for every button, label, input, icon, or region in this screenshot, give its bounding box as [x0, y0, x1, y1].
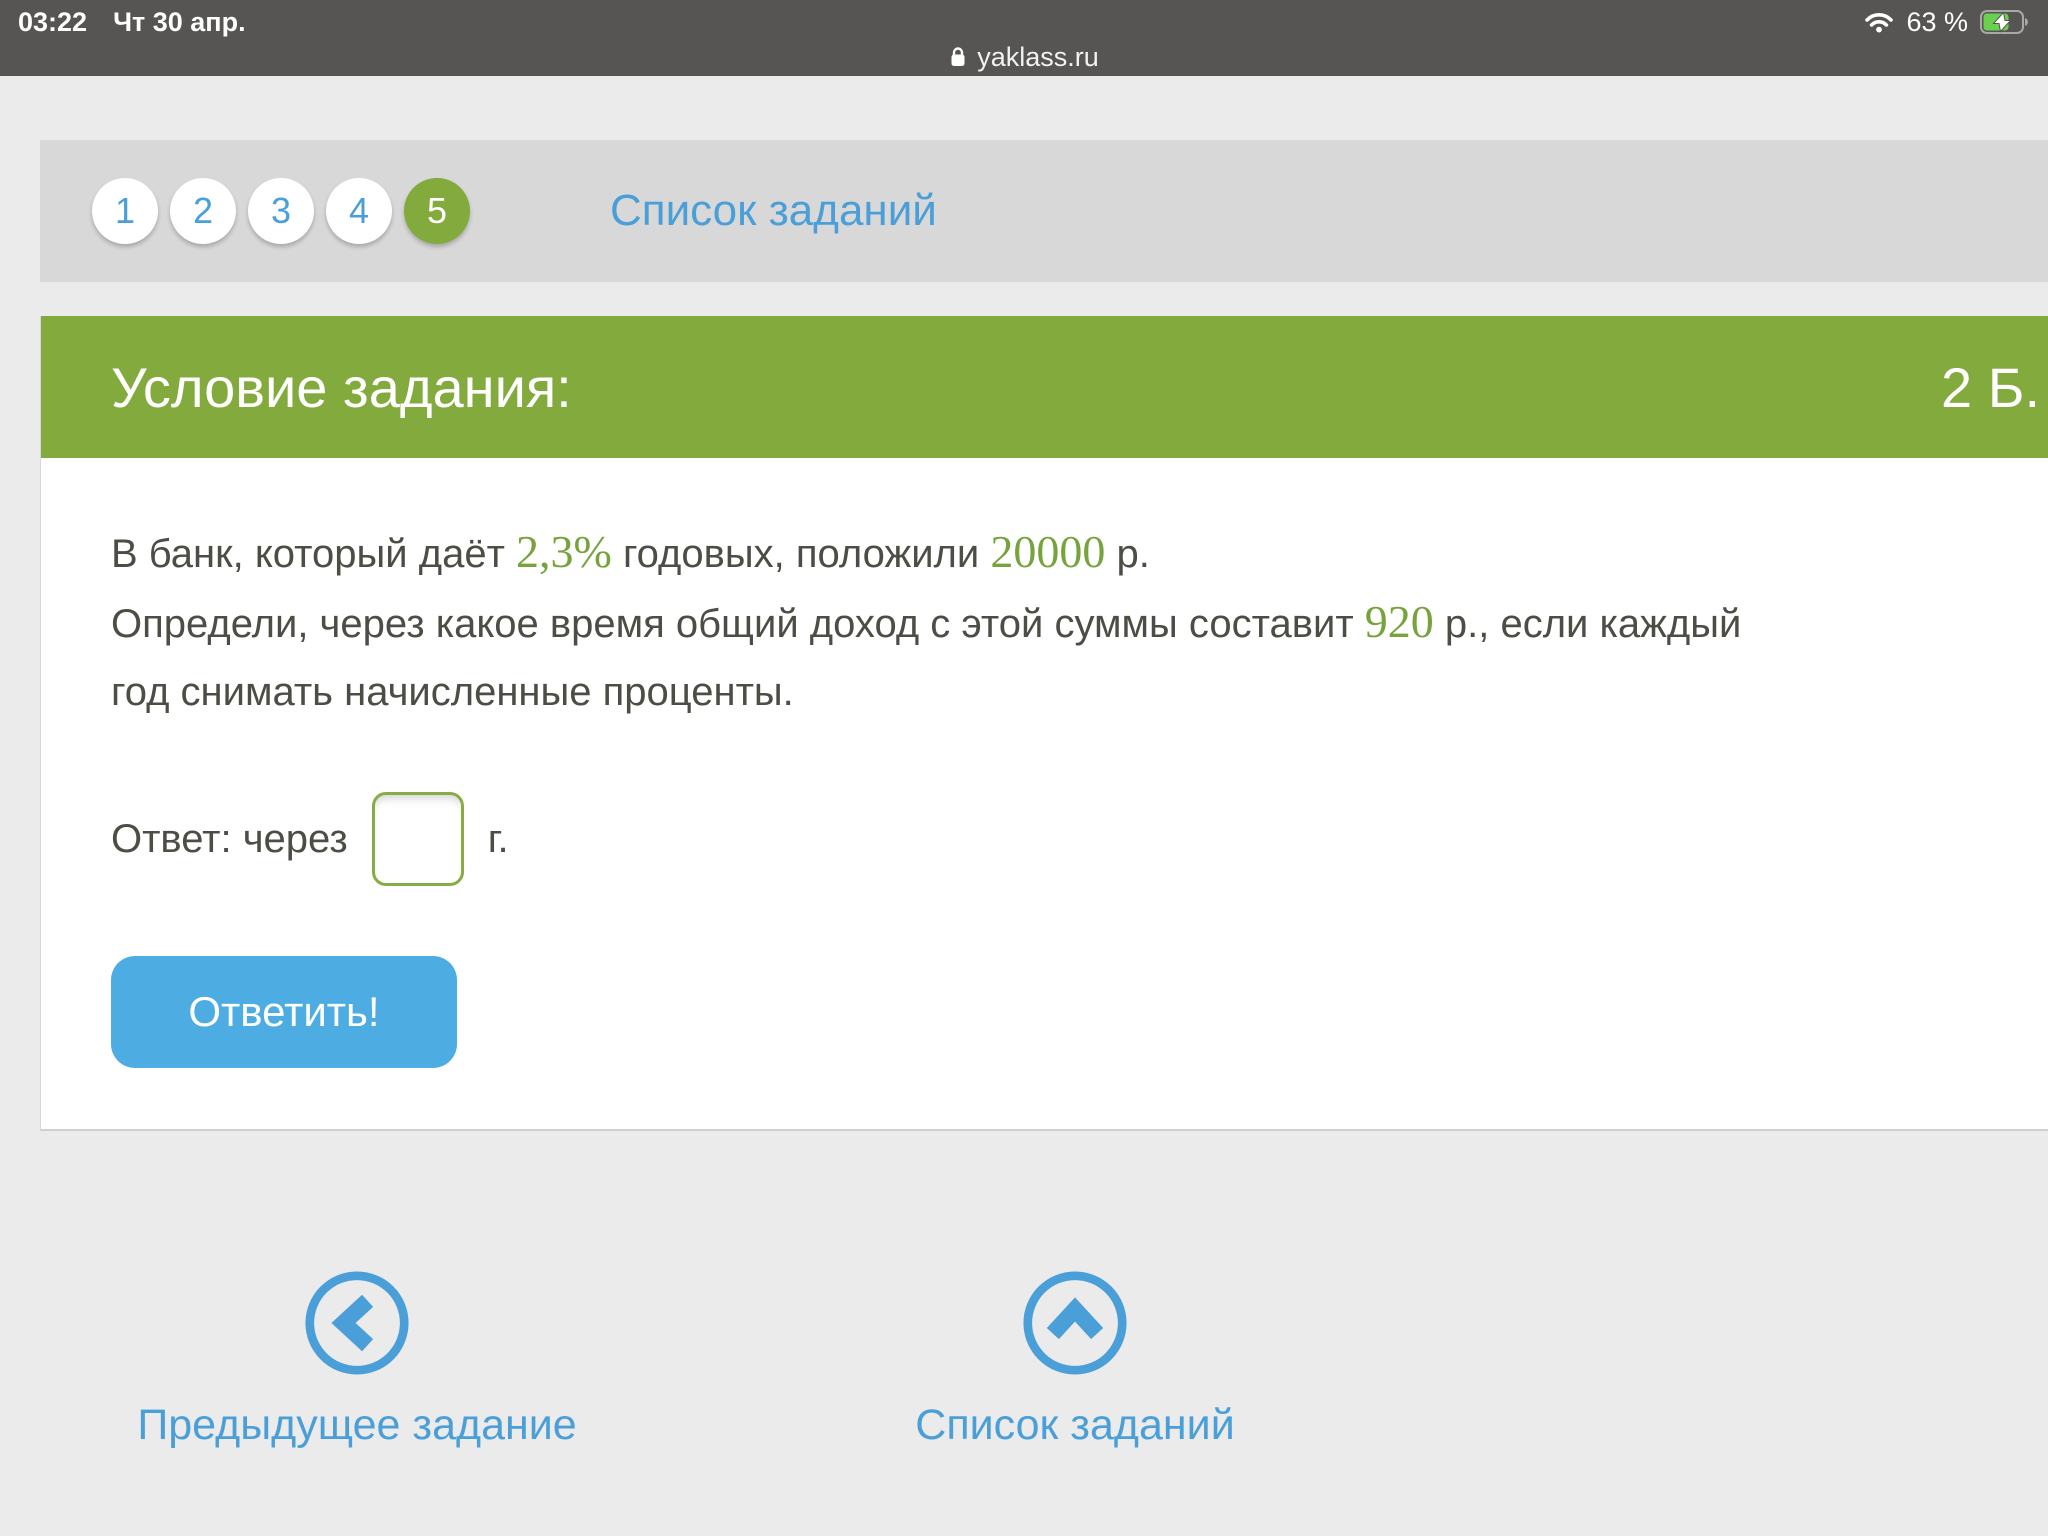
- answer-suffix-label: г.: [488, 817, 509, 862]
- tasks-list-link[interactable]: Список заданий: [610, 186, 937, 236]
- math-sum-value: 20000: [990, 526, 1105, 577]
- tasks-list-bottom-label[interactable]: Список заданий: [835, 1401, 1315, 1450]
- previous-task-nav[interactable]: Предыдущее задание: [117, 1270, 597, 1450]
- ios-status-bar: 03:22 Чт 30 апр. 63 %: [0, 0, 2048, 76]
- task-text-line-1: В банк, который даёт 2,3% годовых, полож…: [111, 518, 2038, 588]
- chevron-up-circle-icon[interactable]: [1022, 1270, 1128, 1376]
- task-text: р., если каждый: [1434, 602, 1742, 646]
- screen: 03:22 Чт 30 апр. 63 %: [0, 0, 2048, 1536]
- step-1-button[interactable]: 1: [92, 178, 158, 244]
- submit-answer-button[interactable]: Ответить!: [111, 956, 457, 1068]
- lock-icon: [949, 45, 967, 69]
- status-date: Чт 30 апр.: [113, 7, 246, 38]
- step-5-button-active[interactable]: 5: [404, 178, 470, 244]
- battery-percent: 63 %: [1906, 7, 1968, 38]
- task-text-line-2: Определи, через какое время общий доход …: [111, 588, 2038, 658]
- wifi-icon: [1864, 11, 1894, 33]
- task-text: год снимать начисленные проценты.: [111, 670, 794, 714]
- url-text: yaklass.ru: [977, 42, 1099, 73]
- tasks-list-nav[interactable]: Список заданий: [835, 1270, 1315, 1450]
- task-text: Определи, через какое время общий доход …: [111, 602, 1365, 646]
- status-row: 03:22 Чт 30 апр. 63 %: [0, 4, 2048, 40]
- status-time: 03:22: [18, 7, 87, 38]
- task-stepper-bar: 1 2 3 4 5 Список заданий: [40, 140, 2048, 282]
- task-card: Условие задания: 2 Б. В банк, который да…: [40, 316, 2048, 1131]
- battery-charging-icon: [1980, 10, 2030, 34]
- task-body: В банк, который даёт 2,3% годовых, полож…: [41, 458, 2048, 1068]
- math-income-value: 920: [1365, 596, 1434, 647]
- chevron-left-circle-icon[interactable]: [304, 1270, 410, 1376]
- step-3-button[interactable]: 3: [248, 178, 314, 244]
- task-points-badge: 2 Б.: [1941, 355, 2040, 420]
- task-text: годовых, положили: [612, 532, 991, 576]
- task-text: р.: [1105, 532, 1149, 576]
- previous-task-label[interactable]: Предыдущее задание: [117, 1401, 597, 1450]
- task-text-line-3: год снимать начисленные проценты.: [111, 658, 2038, 726]
- answer-row: Ответ: через г.: [111, 792, 2038, 886]
- task-header-title: Условие задания:: [111, 355, 572, 420]
- safari-url-bar[interactable]: yaklass.ru: [0, 40, 2048, 74]
- task-condition-header: Условие задания: 2 Б.: [41, 316, 2048, 458]
- step-4-button[interactable]: 4: [326, 178, 392, 244]
- step-2-button[interactable]: 2: [170, 178, 236, 244]
- task-text: В банк, который даёт: [111, 532, 516, 576]
- answer-prefix-label: Ответ: через: [111, 817, 348, 862]
- math-rate-value: 2,3%: [516, 526, 612, 577]
- answer-input[interactable]: [372, 792, 464, 886]
